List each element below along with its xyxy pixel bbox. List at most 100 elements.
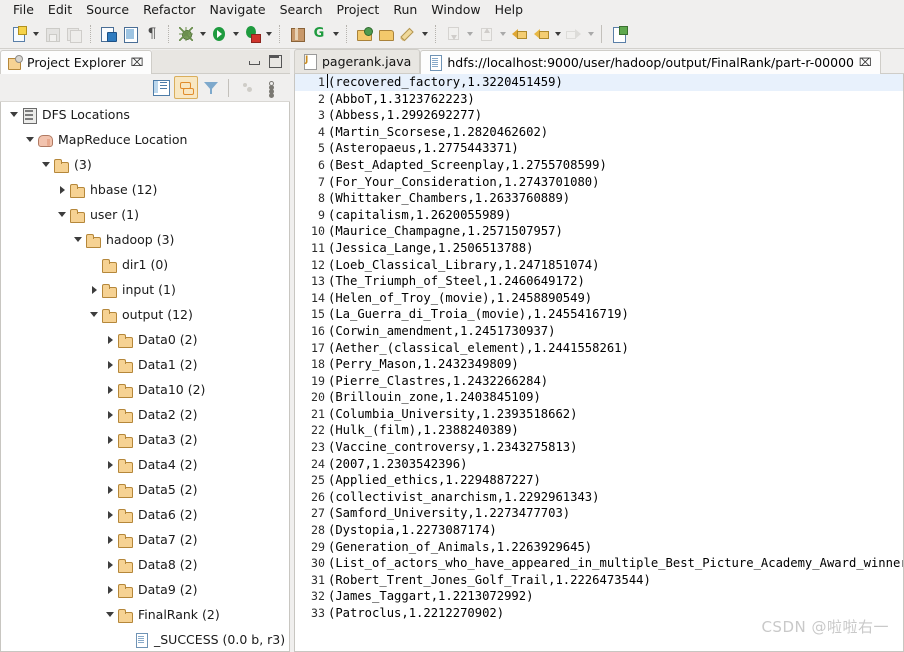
code-line[interactable]: 3 (Abbess,1.2992692277) — [295, 107, 903, 124]
menu-item-run[interactable]: Run — [386, 1, 424, 18]
chevron-down-icon[interactable] — [419, 23, 430, 45]
close-icon[interactable]: ⌧ — [859, 56, 872, 69]
code-line[interactable]: 17 (Aether_(classical_element),1.24415582… — [295, 340, 903, 357]
code-line[interactable]: 29 (Generation_of_Animals,1.2263929645) — [295, 539, 903, 556]
chevron-right-icon[interactable] — [55, 183, 69, 197]
collapse-all-button[interactable] — [150, 77, 172, 98]
open-folder-button[interactable] — [375, 23, 397, 45]
chevron-down-icon[interactable] — [552, 23, 563, 45]
chevron-right-icon[interactable] — [103, 358, 117, 372]
chevron-down-icon[interactable] — [103, 608, 117, 622]
tree-item[interactable]: FinalRank (2) — [1, 602, 289, 627]
tree-item[interactable]: Data1 (2) — [1, 352, 289, 377]
chevron-right-icon[interactable] — [103, 483, 117, 497]
code-line[interactable]: 16 (Corwin_amendment,1.2451730937) — [295, 323, 903, 340]
maximize-icon[interactable] — [269, 55, 282, 68]
new-editor-button[interactable] — [608, 23, 630, 45]
code-line[interactable]: 23 (Vaccine_controversy,1.2343275813) — [295, 439, 903, 456]
chevron-down-icon[interactable] — [55, 208, 69, 222]
menu-item-search[interactable]: Search — [273, 1, 330, 18]
generate-button[interactable]: G — [308, 23, 330, 45]
run-button[interactable] — [208, 23, 230, 45]
focus-active-task-button[interactable] — [236, 77, 258, 98]
code-line[interactable]: 1 (recovered_factory,1.3220451459) — [295, 74, 903, 91]
code-line[interactable]: 33 (Patroclus,1.2212270902) — [295, 605, 903, 622]
code-line[interactable]: 13 (The_Triumph_of_Steel,1.2460649172) — [295, 273, 903, 290]
code-line[interactable]: 18 (Perry_Mason,1.2432349809) — [295, 356, 903, 373]
chevron-down-icon[interactable] — [330, 23, 341, 45]
chevron-down-icon[interactable] — [263, 23, 274, 45]
dfs-tree[interactable]: DFS Locations MapReduce Location (3) hbase … — [0, 102, 290, 652]
chevron-right-icon[interactable] — [103, 383, 117, 397]
new-java-class-button[interactable] — [97, 23, 119, 45]
code-line[interactable]: 31 (Robert_Trent_Jones_Golf_Trail,1.22264… — [295, 572, 903, 589]
chevron-right-icon[interactable] — [103, 433, 117, 447]
link-with-editor-button[interactable] — [174, 76, 198, 99]
chevron-right-icon[interactable] — [103, 333, 117, 347]
editor-tab-2[interactable]: hdfs://localhost:9000/user/hadoop/output… — [420, 50, 881, 74]
tree-item[interactable]: MapReduce Location — [1, 127, 289, 152]
code-line[interactable]: 19 (Pierre_Clastres,1.2432266284) — [295, 373, 903, 390]
tree-item[interactable]: Data3 (2) — [1, 427, 289, 452]
code-line[interactable]: 27 (Samford_University,1.2273477703) — [295, 505, 903, 522]
chevron-down-icon[interactable] — [23, 133, 37, 147]
tab-project-explorer[interactable]: Project Explorer ⌧ — [0, 50, 153, 74]
tree-item[interactable]: dir1 (0) — [1, 252, 289, 277]
tree-item[interactable]: Data0 (2) — [1, 327, 289, 352]
minimize-icon[interactable] — [248, 57, 260, 66]
tree-item[interactable]: Data5 (2) — [1, 477, 289, 502]
chevron-down-icon[interactable] — [39, 158, 53, 172]
tree-item[interactable]: Data6 (2) — [1, 502, 289, 527]
tree-item[interactable]: hadoop (3) — [1, 227, 289, 252]
debug-button[interactable] — [175, 23, 197, 45]
code-line[interactable]: 22 (Hulk_(film),1.2388240389) — [295, 422, 903, 439]
chevron-right-icon[interactable] — [103, 583, 117, 597]
chevron-down-icon[interactable] — [71, 233, 85, 247]
code-line[interactable]: 25 (Applied_ethics,1.2294887227) — [295, 472, 903, 489]
editor-tab-1[interactable]: pagerank.java — [294, 49, 421, 74]
code-line[interactable]: 26 (collectivist_anarchism,1.2292961343) — [295, 489, 903, 506]
chevron-right-icon[interactable] — [103, 558, 117, 572]
code-line[interactable]: 10 (Maurice_Champagne,1.2571507957) — [295, 223, 903, 240]
editor-body[interactable]: 1 (recovered_factory,1.3220451459) 2 (AbboT… — [294, 74, 904, 652]
run-with-error-button[interactable] — [241, 23, 263, 45]
code-line[interactable]: 21 (Columbia_University,1.2393518662) — [295, 406, 903, 423]
view-menu-button[interactable] — [260, 77, 282, 98]
code-line[interactable]: 5 (Asteropaeus,1.2775443371) — [295, 140, 903, 157]
tree-item[interactable]: _SUCCESS (0.0 b, r3) — [1, 627, 289, 651]
code-line[interactable]: 9 (capitalism,1.2620055989) — [295, 207, 903, 224]
code-line[interactable]: 4 (Martin_Scorsese,1.2820462602) — [295, 124, 903, 141]
code-line[interactable]: 14 (Helen_of_Troy_(movie),1.2458890549) — [295, 290, 903, 307]
chevron-right-icon[interactable] — [103, 508, 117, 522]
menu-item-file[interactable]: File — [6, 1, 41, 18]
edit-button[interactable] — [397, 23, 419, 45]
menu-item-refactor[interactable]: Refactor — [136, 1, 202, 18]
menu-item-help[interactable]: Help — [488, 1, 531, 18]
tree-item[interactable]: (3) — [1, 152, 289, 177]
code-line[interactable]: 24 (2007,1.2303542396) — [295, 456, 903, 473]
chevron-down-icon[interactable] — [7, 108, 21, 122]
code-line[interactable]: 15 (La_Guerra_di_Troia_(movie),1.24554167… — [295, 306, 903, 323]
tree-item[interactable]: input (1) — [1, 277, 289, 302]
code-line[interactable]: 30 (List_of_actors_who_have_appeared_in_m… — [295, 555, 903, 572]
code-line[interactable]: 32 (James_Taggart,1.2213072992) — [295, 588, 903, 605]
code-line[interactable]: 11 (Jessica_Lange,1.2506513788) — [295, 240, 903, 257]
chevron-down-icon[interactable] — [87, 308, 101, 322]
new-button[interactable] — [8, 23, 30, 45]
chevron-right-icon[interactable] — [87, 283, 101, 297]
tree-item[interactable]: Data2 (2) — [1, 402, 289, 427]
code-line[interactable]: 7 (For_Your_Consideration,1.2743701080) — [295, 174, 903, 191]
chevron-right-icon[interactable] — [103, 458, 117, 472]
toggle-mark-occurrences-button[interactable]: ¶ — [141, 23, 163, 45]
open-type-button[interactable] — [119, 23, 141, 45]
tree-item[interactable]: Data7 (2) — [1, 527, 289, 552]
tree-item[interactable]: user (1) — [1, 202, 289, 227]
new-package-button[interactable] — [286, 23, 308, 45]
tree-item[interactable]: hbase (12) — [1, 177, 289, 202]
forward-nav-button[interactable] — [530, 23, 552, 45]
chevron-down-icon[interactable] — [30, 23, 41, 45]
back-button[interactable] — [508, 23, 530, 45]
code-line[interactable]: 12 (Loeb_Classical_Library,1.2471851074) — [295, 257, 903, 274]
menu-item-navigate[interactable]: Navigate — [203, 1, 273, 18]
code-line[interactable]: 2 (AbboT,1.3123762223) — [295, 91, 903, 108]
